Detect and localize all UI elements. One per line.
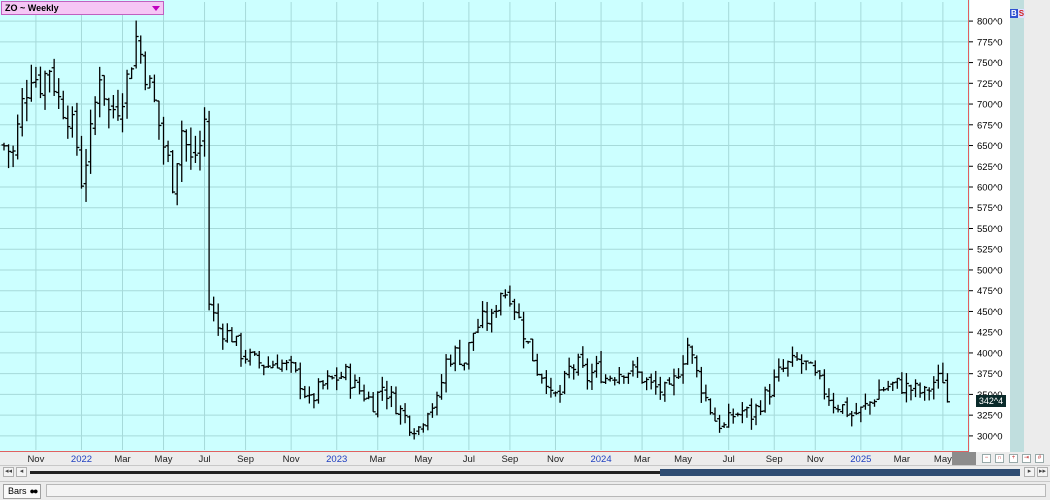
price-tick-label: 725^0 — [977, 79, 1003, 90]
price-tick-label: 400^0 — [977, 348, 1003, 359]
price-tick-label: 625^0 — [977, 162, 1003, 173]
time-tick-label: May — [155, 454, 173, 465]
crosshair-icon[interactable]: + — [1009, 454, 1018, 463]
tab-bars-label: Bars — [8, 486, 27, 496]
time-tick-label: Mar — [114, 454, 130, 465]
time-tick-label: Mar — [634, 454, 650, 465]
scroll-right-icon[interactable]: ▸ — [1024, 467, 1035, 477]
scroll-thumb[interactable] — [660, 469, 1020, 476]
price-tick-label: 600^0 — [977, 183, 1003, 194]
sell-button[interactable]: S — [1017, 9, 1026, 18]
scroll-left-icon[interactable]: ◂ — [16, 467, 27, 477]
time-tick-label: Mar — [370, 454, 386, 465]
price-tick-label: 500^0 — [977, 265, 1003, 276]
time-tick-label: Jul — [198, 454, 210, 465]
price-tick-label: 800^0 — [977, 17, 1003, 28]
horizontal-scrollbar[interactable]: ◂◂ ◂ ▸ ▸▸ — [0, 465, 1050, 479]
buy-button[interactable]: B — [1010, 9, 1018, 18]
price-tick-label: 700^0 — [977, 100, 1003, 111]
time-tick-label: Jul — [463, 454, 475, 465]
time-tick-label: 2025 — [850, 454, 871, 465]
zoom-out-icon[interactable]: − — [982, 454, 991, 463]
status-field — [46, 484, 1046, 497]
last-price-marker: 342^4 — [976, 394, 1006, 407]
time-tick-label: Sep — [766, 454, 783, 465]
chart-window: 300^0325^0350^0375^0400^0425^0450^0475^0… — [0, 0, 1050, 500]
symbol-title-dropdown[interactable]: ZO ~ Weekly — [1, 1, 164, 15]
time-tick-label: 2022 — [71, 454, 92, 465]
price-tick-label: 425^0 — [977, 328, 1003, 339]
time-tick-label: 2024 — [590, 454, 611, 465]
time-axis-corner — [952, 452, 976, 465]
buy-sell-buttons: BS — [1010, 9, 1026, 18]
symbol-title: ZO ~ Weekly — [5, 3, 59, 13]
time-tick-label: May — [674, 454, 692, 465]
grid-toggle-icon[interactable]: # — [1035, 454, 1044, 463]
time-tick-label: Nov — [807, 454, 824, 465]
time-tick-label: Nov — [27, 454, 44, 465]
chart-svg: 300^0325^0350^0375^0400^0425^0450^0475^0… — [0, 0, 1003, 465]
price-tick-label: 375^0 — [977, 369, 1003, 380]
price-tick-label: 450^0 — [977, 307, 1003, 318]
time-tick-label: Jul — [723, 454, 735, 465]
price-tick-label: 575^0 — [977, 203, 1003, 214]
time-tick-label: Mar — [894, 454, 910, 465]
time-tick-label: Nov — [547, 454, 564, 465]
time-tick-label: May — [414, 454, 432, 465]
bottom-tab-bar: Bars ●● — [0, 481, 1050, 500]
price-tick-label: 300^0 — [977, 431, 1003, 442]
price-tick-label: 325^0 — [977, 411, 1003, 422]
scroll-first-icon[interactable]: ◂◂ — [3, 467, 14, 477]
time-tick-label: Nov — [283, 454, 300, 465]
scroll-last-icon[interactable]: ▸▸ — [1037, 467, 1048, 477]
price-tick-label: 650^0 — [977, 141, 1003, 152]
chart-type-icon[interactable]: ∩ — [995, 454, 1004, 463]
time-tick-label: Sep — [237, 454, 254, 465]
price-tick-label: 750^0 — [977, 58, 1003, 69]
price-tick-label: 775^0 — [977, 37, 1003, 48]
time-tick-label: 2023 — [326, 454, 347, 465]
scroll-end-icon[interactable]: ⇥ — [1022, 454, 1031, 463]
price-tick-label: 525^0 — [977, 245, 1003, 256]
price-tick-label: 675^0 — [977, 120, 1003, 131]
chart-toolbar: − ∩ + ⇥ # — [978, 452, 1050, 465]
dropdown-arrow-icon[interactable] — [152, 6, 160, 11]
time-tick-label: Sep — [501, 454, 518, 465]
price-tick-label: 550^0 — [977, 224, 1003, 235]
price-tick-label: 475^0 — [977, 286, 1003, 297]
link-icon: ●● — [29, 486, 39, 496]
tab-bars[interactable]: Bars ●● — [3, 484, 42, 499]
time-tick-label: May — [934, 454, 952, 465]
